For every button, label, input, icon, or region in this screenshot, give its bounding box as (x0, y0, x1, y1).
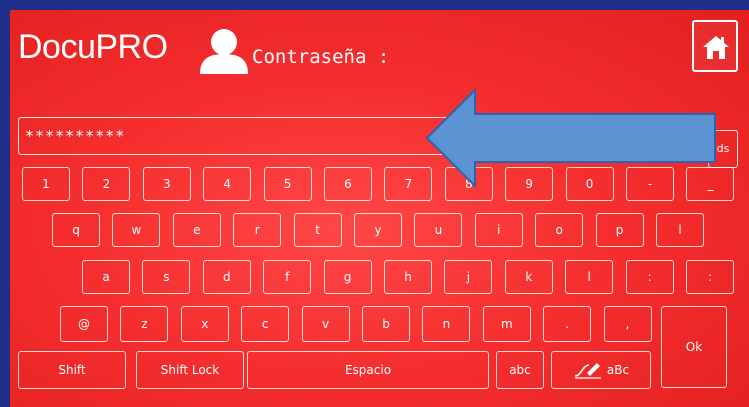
key-row3-6[interactable]: j (444, 260, 493, 294)
key-row4-6[interactable]: n (422, 306, 471, 342)
ok-key[interactable]: Ok (661, 306, 727, 388)
key-row3-5[interactable]: h (384, 260, 432, 294)
key-row3-8[interactable]: l (565, 260, 614, 294)
shift-key[interactable]: Shift (18, 351, 126, 389)
key-row2-2[interactable]: e (172, 213, 221, 247)
key-row3-3[interactable]: f (263, 260, 312, 294)
home-button[interactable] (692, 20, 738, 72)
input-mode-label: aBc (606, 363, 630, 377)
key-row4-4[interactable]: v (301, 306, 350, 342)
key-row2-5[interactable]: y (354, 213, 402, 247)
key-row1-3[interactable]: 4 (203, 167, 252, 201)
key-row4-3[interactable]: c (241, 306, 290, 342)
key-row3-7[interactable]: k (504, 260, 553, 294)
key-row2-6[interactable]: u (414, 213, 463, 247)
user-icon (198, 26, 250, 76)
home-icon (703, 36, 729, 59)
header-bar: DocuPRO Contraseña : (10, 10, 749, 90)
app-logo: DocuPRO (18, 28, 168, 66)
key-row1-1[interactable]: 2 (82, 167, 131, 201)
key-row2-0[interactable]: q (52, 213, 100, 247)
key-row2-4[interactable]: t (293, 213, 342, 247)
key-row3-2[interactable]: d (202, 260, 251, 294)
key-row4-7[interactable]: m (482, 306, 531, 342)
key-row1-0[interactable]: 1 (22, 167, 70, 201)
key-row3-0[interactable]: a (82, 260, 130, 294)
key-row2-8[interactable]: o (535, 213, 584, 247)
key-row3-10[interactable]: : (686, 260, 734, 294)
key-row2-3[interactable]: r (233, 213, 282, 247)
abc-key[interactable]: abc (496, 351, 544, 389)
key-row4-0[interactable]: @ (60, 306, 108, 342)
key-row2-10[interactable]: l (656, 213, 704, 247)
password-label: Contraseña : (252, 46, 390, 68)
key-row3-9[interactable]: : (625, 260, 674, 294)
key-row2-1[interactable]: w (112, 213, 161, 247)
key-row3-4[interactable]: g (323, 260, 372, 294)
left-arrow-annotation (425, 87, 725, 192)
key-row4-1[interactable]: z (120, 306, 169, 342)
key-row4-5[interactable]: b (362, 306, 410, 342)
key-row4-2[interactable]: x (180, 306, 229, 342)
key-row4-9[interactable]: , (603, 306, 652, 342)
input-mode-key[interactable]: aBc (551, 351, 651, 389)
key-row2-9[interactable]: p (595, 213, 644, 247)
handwriting-icon (574, 363, 601, 379)
key-row1-5[interactable]: 6 (324, 167, 372, 201)
key-row2-7[interactable]: i (474, 213, 523, 247)
touch-screen: DocuPRO Contraseña : ********** ds 12345… (10, 10, 749, 407)
key-row1-2[interactable]: 3 (142, 167, 191, 201)
key-row3-1[interactable]: s (142, 260, 191, 294)
key-row1-4[interactable]: 5 (263, 167, 312, 201)
space-key[interactable]: Espacio (247, 351, 489, 389)
key-row4-8[interactable]: . (543, 306, 592, 342)
shift-lock-key[interactable]: Shift Lock (136, 351, 244, 389)
